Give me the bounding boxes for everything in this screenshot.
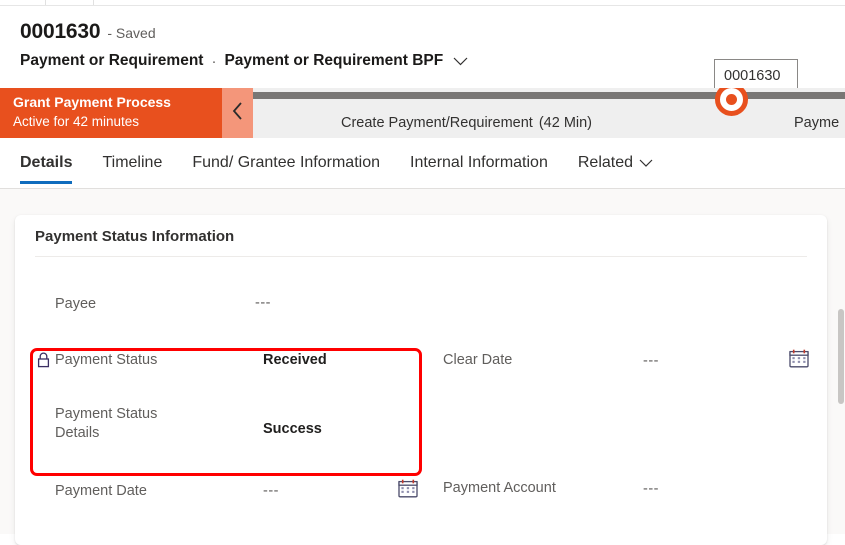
field-label: Clear Date <box>443 352 513 368</box>
field-payment-status[interactable]: Payment Status Received <box>37 351 407 397</box>
record-name: 0001630 <box>20 20 101 43</box>
tab-label: Timeline <box>102 154 163 171</box>
bpf-title-block[interactable]: Grant Payment Process Active for 42 minu… <box>0 88 222 138</box>
breadcrumb-separator: · <box>211 52 217 70</box>
tab-timeline[interactable]: Timeline <box>102 138 162 190</box>
chevron-down-icon[interactable] <box>453 57 468 66</box>
field-payee[interactable]: Payee --- <box>55 295 405 341</box>
field-value: --- <box>643 481 659 497</box>
bpf-stage-name: Create Payment/Requirement <box>341 115 533 131</box>
business-process-flow-bar: Grant Payment Process Active for 42 minu… <box>0 88 845 138</box>
chevron-down-icon <box>639 159 653 167</box>
field-label: Payee <box>55 296 97 312</box>
section-divider <box>35 256 807 257</box>
field-value: --- <box>263 483 279 499</box>
field-payment-status-details[interactable]: Payment Status Details Success <box>55 405 425 457</box>
field-payment-date[interactable]: Payment Date --- <box>55 479 425 528</box>
command-bar-divider <box>45 0 46 5</box>
record-header: 0001630 - Saved Payment or Requirement ·… <box>0 6 845 93</box>
bpf-stage-duration: (42 Min) <box>538 115 593 131</box>
form-tab-strip: Details Timeline Fund/ Grantee Informati… <box>0 138 845 189</box>
form-body: Payment Status Information Payee --- Pay… <box>0 189 845 545</box>
bpf-previous-stage-button[interactable] <box>222 88 253 138</box>
bpf-process-name: Grant Payment Process <box>13 94 171 110</box>
bpf-stage-name: Payme <box>794 115 840 131</box>
calendar-icon[interactable] <box>789 349 809 373</box>
field-label: Payment Status Details <box>55 406 158 441</box>
field-value: --- <box>255 295 271 311</box>
field-payment-account[interactable]: Payment Account --- <box>443 479 813 525</box>
page-scrollbar[interactable] <box>836 189 845 534</box>
tab-internal-information[interactable]: Internal Information <box>410 138 548 190</box>
tab-label: Fund/ Grantee Information <box>192 154 380 171</box>
page-scrollbar-thumb[interactable] <box>838 309 844 404</box>
tab-fund-grantee-information[interactable]: Fund/ Grantee Information <box>192 138 380 190</box>
tab-label: Internal Information <box>410 154 548 171</box>
calendar-icon[interactable] <box>398 479 418 503</box>
tab-label: Details <box>20 154 73 171</box>
bpf-active-duration: Active for 42 minutes <box>13 114 140 129</box>
bpf-stage-node-active[interactable] <box>715 88 748 116</box>
field-label: Payment Date <box>55 483 147 499</box>
record-title-line: 0001630 - Saved <box>20 20 156 44</box>
field-value: --- <box>643 353 659 369</box>
field-label: Payment Status <box>55 352 158 368</box>
bpf-stage-track <box>253 88 845 116</box>
dynamics-form-page: 0001630 - Saved Payment or Requirement ·… <box>0 0 845 545</box>
entity-name: Payment or Requirement <box>20 52 204 69</box>
command-bar-divider <box>93 0 94 5</box>
record-save-state: - Saved <box>107 25 156 41</box>
process-name: Payment or Requirement BPF <box>224 52 444 69</box>
lock-icon <box>37 352 50 373</box>
field-value: Success <box>263 421 322 437</box>
payment-status-information-section: Payment Status Information Payee --- Pay… <box>15 215 827 545</box>
field-value: Received <box>263 352 327 368</box>
field-clear-date[interactable]: Clear Date --- <box>443 349 813 397</box>
field-label: Payment Account <box>443 480 556 496</box>
record-subtitle-line: Payment or Requirement · Payment or Requ… <box>20 52 468 70</box>
tab-label: Related <box>577 154 634 171</box>
section-title: Payment Status Information <box>35 228 235 245</box>
chevron-left-icon <box>232 101 243 125</box>
tab-related[interactable]: Related <box>578 138 653 190</box>
bpf-stage-label-upcoming[interactable]: Payme <box>794 115 839 131</box>
record-number-field-value: 0001630 <box>724 68 781 84</box>
bpf-stage-label-active[interactable]: Create Payment/Requirement (42 Min) <box>341 115 592 131</box>
tab-details[interactable]: Details <box>20 138 73 190</box>
